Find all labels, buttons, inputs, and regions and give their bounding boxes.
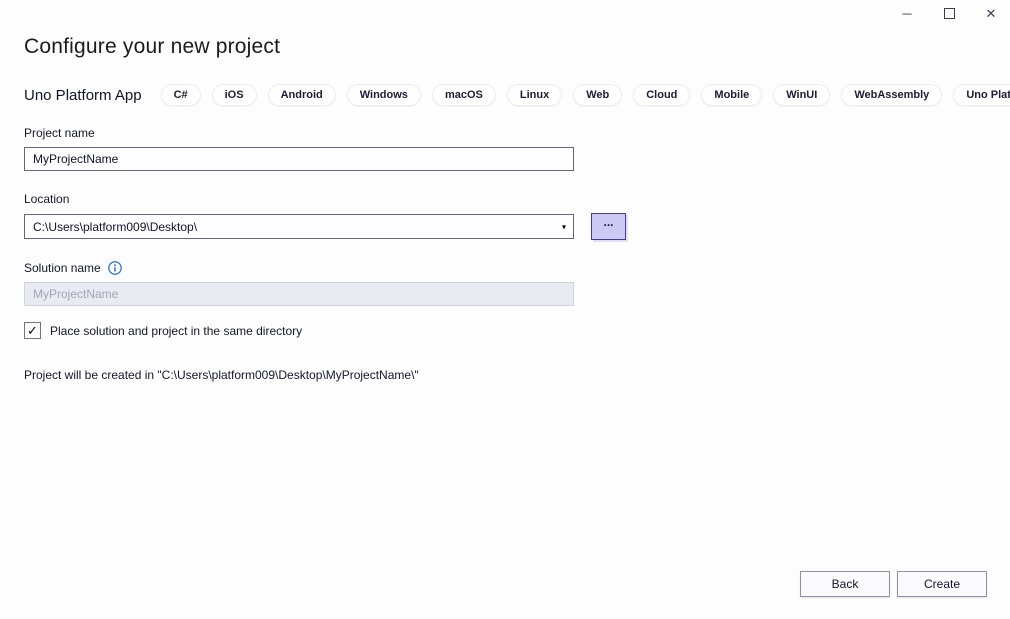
template-tag: macOS [433,85,495,105]
close-icon: ✕ [986,7,997,20]
checkmark-icon: ✓ [27,324,38,337]
same-directory-checkbox-row[interactable]: ✓ Place solution and project in the same… [24,322,1010,339]
checkbox-checked-icon[interactable]: ✓ [24,322,41,339]
close-button[interactable]: ✕ [984,6,998,20]
template-tag: WebAssembly [842,85,941,105]
page-title: Configure your new project [24,35,1010,59]
template-tag: C# [162,85,200,105]
project-name-input[interactable] [24,147,574,171]
location-combobox: ▾ [24,214,574,239]
template-name: Uno Platform App [24,87,142,104]
template-tag-list: C# iOS Android Windows macOS Linux Web C… [162,85,1010,105]
template-tag: WinUI [774,85,829,105]
creation-path-summary: Project will be created in "C:\Users\pla… [24,368,1010,382]
template-tag: Uno Platform [954,85,1010,105]
title-bar: ─ ✕ [0,0,1010,26]
template-tag: Windows [348,85,420,105]
minimize-icon: ─ [902,7,911,20]
location-input[interactable] [24,214,574,239]
template-tag: Mobile [702,85,761,105]
project-config-form: Project name Location ▾ ... Solution nam… [24,126,1010,382]
template-tag: Cloud [634,85,689,105]
same-directory-label: Place solution and project in the same d… [50,324,302,338]
solution-name-label: Solution name [24,261,101,275]
footer-buttons: Back Create [800,571,987,597]
solution-name-input[interactable] [24,282,574,306]
solution-name-label-row: Solution name [24,261,1010,275]
browse-button[interactable]: ... [591,213,626,240]
configure-project-dialog: ─ ✕ Configure your new project Uno Platf… [0,0,1010,619]
back-button[interactable]: Back [800,571,890,597]
create-button[interactable]: Create [897,571,987,597]
template-tag: Android [269,85,335,105]
maximize-icon [944,8,955,19]
template-tag: iOS [213,85,256,105]
location-row: ▾ ... [24,213,1010,240]
maximize-button[interactable] [942,6,956,20]
project-name-label: Project name [24,126,1010,140]
chevron-down-icon[interactable]: ▾ [562,222,566,231]
minimize-button[interactable]: ─ [900,6,914,20]
location-label: Location [24,192,1010,206]
template-tag: Web [574,85,621,105]
template-tag: Linux [508,85,561,105]
template-header: Uno Platform App C# iOS Android Windows … [24,85,986,105]
info-icon[interactable] [108,261,122,275]
